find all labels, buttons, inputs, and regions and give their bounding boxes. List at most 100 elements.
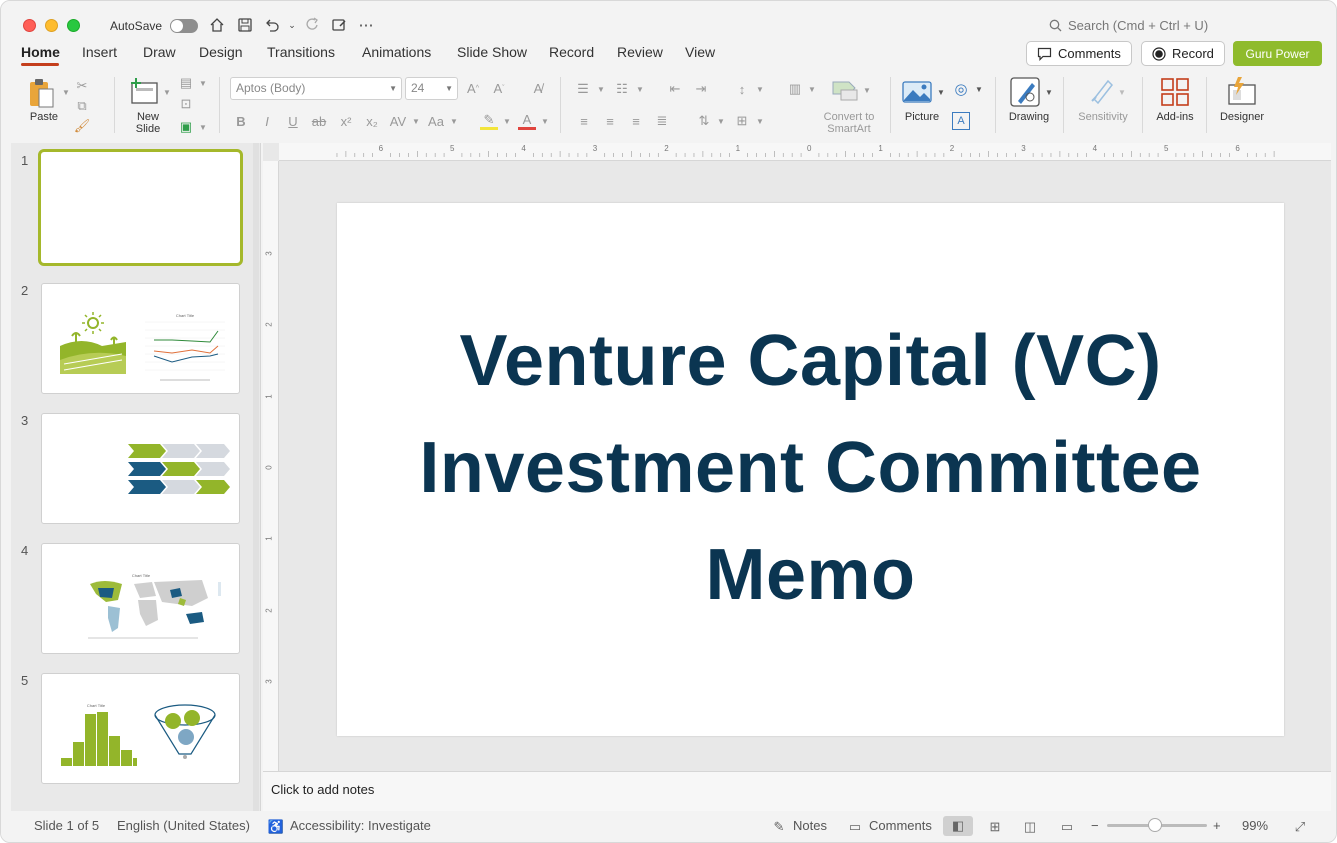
subscript-icon[interactable]: x₂ [363, 112, 381, 130]
drawing-icon[interactable] [1009, 76, 1041, 108]
slide-thumbnail-5[interactable]: Chart Title [41, 673, 240, 784]
tab-animations[interactable]: Animations [362, 44, 431, 60]
decrease-indent-icon[interactable]: ⇤ [666, 80, 684, 98]
undo-icon[interactable] [262, 15, 282, 35]
maximize-window-button[interactable] [67, 19, 80, 32]
increase-font-size-icon[interactable]: A ^ [464, 79, 482, 97]
fit-to-window-icon[interactable]: ⤢ [1291, 819, 1309, 835]
layout-dropdown-icon[interactable]: ▼ [194, 74, 212, 92]
section-dropdown-icon[interactable]: ▼ [194, 118, 212, 136]
zoom-level[interactable]: 99% [1242, 818, 1268, 833]
align-right-icon[interactable]: ≡ [627, 112, 645, 130]
home-icon[interactable] [207, 15, 227, 35]
save-icon[interactable] [235, 15, 255, 35]
superscript-icon[interactable]: x² [337, 112, 355, 130]
italic-icon[interactable]: I [258, 112, 276, 130]
chevron-down-icon[interactable]: ▼ [970, 80, 988, 98]
comments-toggle[interactable]: Comments [869, 818, 932, 833]
line-spacing-icon[interactable]: ↕ [733, 80, 751, 98]
underline-icon[interactable]: U [284, 112, 302, 130]
cut-icon[interactable]: ✂ [73, 77, 91, 95]
align-text-icon[interactable]: ⊞ [733, 112, 751, 130]
decrease-font-size-icon[interactable]: Aˇ [490, 79, 508, 97]
redo-icon[interactable] [303, 15, 323, 35]
notes-toggle[interactable]: Notes [793, 818, 827, 833]
numbering-icon[interactable]: ☷ [613, 80, 631, 98]
slide-title[interactable]: Venture Capital (VC) Investment Committe… [337, 308, 1284, 629]
guru-power-button[interactable]: Guru Power [1233, 41, 1322, 66]
bold-icon[interactable]: B [232, 112, 250, 130]
tab-draw[interactable]: Draw [143, 44, 176, 60]
language-status[interactable]: English (United States) [117, 818, 250, 833]
section-icon[interactable]: ▣ [177, 118, 195, 136]
font-color-icon[interactable]: A [518, 112, 536, 130]
new-slide-dropdown-icon[interactable]: ▼ [158, 83, 176, 101]
comment-icon[interactable]: ▭ [846, 819, 864, 835]
slideshow-icon[interactable]: ▭ [1058, 819, 1076, 835]
minimize-window-button[interactable] [45, 19, 58, 32]
slide-thumbnail-3[interactable] [41, 413, 240, 524]
chevron-down-icon[interactable]: ▼ [592, 80, 610, 98]
new-slide-icon[interactable] [127, 76, 161, 106]
thumbnails-scrollbar[interactable] [253, 143, 259, 811]
columns-icon[interactable]: ▥ [786, 80, 804, 98]
chevron-down-icon[interactable]: ▼ [536, 112, 554, 130]
tab-slide-show[interactable]: Slide Show [457, 44, 527, 60]
undo-dropdown-icon[interactable]: ⌄ [282, 15, 302, 35]
font-name-select[interactable]: Aptos (Body) ▼ [230, 77, 402, 100]
chevron-down-icon[interactable]: ▼ [751, 112, 769, 130]
tab-transitions[interactable]: Transitions [267, 44, 335, 60]
record-button[interactable]: Record [1141, 41, 1225, 66]
customize-icon[interactable] [329, 15, 349, 35]
bullets-icon[interactable]: ☰ [574, 80, 592, 98]
layout-icon[interactable]: ▤ [177, 74, 195, 92]
chevron-down-icon[interactable]: ▼ [631, 80, 649, 98]
notes-icon[interactable]: ✎ [770, 819, 788, 835]
justify-icon[interactable]: ≣ [653, 112, 671, 130]
chevron-down-icon[interactable]: ▼ [407, 112, 425, 130]
smartart-icon[interactable] [830, 77, 860, 103]
chevron-down-icon[interactable]: ▼ [1113, 83, 1131, 101]
zoom-out-button[interactable]: − [1091, 818, 1099, 833]
copy-icon[interactable]: ⧉ [73, 97, 91, 115]
font-size-select[interactable]: 24 ▼ [405, 77, 458, 100]
tab-insert[interactable]: Insert [82, 44, 117, 60]
highlight-icon[interactable]: ✎ [480, 112, 498, 130]
increase-indent-icon[interactable]: ⇥ [692, 80, 710, 98]
autosave-toggle[interactable] [170, 19, 198, 33]
reading-view-icon[interactable]: ◫ [1021, 819, 1039, 835]
accessibility-status[interactable]: Accessibility: Investigate [290, 818, 431, 833]
chevron-down-icon[interactable]: ▼ [751, 80, 769, 98]
chevron-down-icon[interactable]: ▼ [803, 80, 821, 98]
strikethrough-icon[interactable]: ab [310, 112, 328, 130]
tab-view[interactable]: View [685, 44, 715, 60]
notes-placeholder[interactable]: Click to add notes [271, 782, 374, 797]
close-window-button[interactable] [23, 19, 36, 32]
slide-sorter-icon[interactable]: ⊞ [986, 819, 1004, 835]
chevron-down-icon[interactable]: ▼ [932, 83, 950, 101]
change-case-icon[interactable]: Aa [427, 112, 445, 130]
text-box-icon[interactable]: A [952, 112, 970, 130]
slide-thumbnail-4[interactable]: Chart Title [41, 543, 240, 654]
zoom-slider-thumb[interactable] [1148, 818, 1162, 832]
reset-slide-icon[interactable]: ⊡ [177, 95, 195, 113]
zoom-in-button[interactable]: + [1213, 818, 1221, 833]
paste-icon[interactable] [25, 76, 59, 110]
tab-home[interactable]: Home [21, 44, 60, 60]
align-left-icon[interactable]: ≡ [575, 112, 593, 130]
shapes-icon[interactable]: ◎ [952, 80, 970, 98]
chevron-down-icon[interactable]: ▼ [445, 112, 463, 130]
tab-review[interactable]: Review [617, 44, 663, 60]
comments-button[interactable]: Comments [1026, 41, 1132, 66]
search-box[interactable]: Search (Cmd + Ctrl + U) [1049, 18, 1208, 33]
picture-icon[interactable] [901, 79, 933, 105]
tab-record[interactable]: Record [549, 44, 594, 60]
slide-thumbnail-2[interactable]: Chart Title [41, 283, 240, 394]
normal-view-icon[interactable]: ◧ [943, 816, 973, 836]
slide-canvas[interactable]: Venture Capital (VC) Investment Committe… [337, 203, 1284, 736]
align-center-icon[interactable]: ≡ [601, 112, 619, 130]
clear-formatting-icon[interactable]: A̸ [529, 79, 547, 97]
add-ins-icon[interactable] [1159, 76, 1191, 108]
accessibility-icon[interactable]: ♿ [267, 819, 285, 835]
chevron-down-icon[interactable]: ▼ [1040, 83, 1058, 101]
